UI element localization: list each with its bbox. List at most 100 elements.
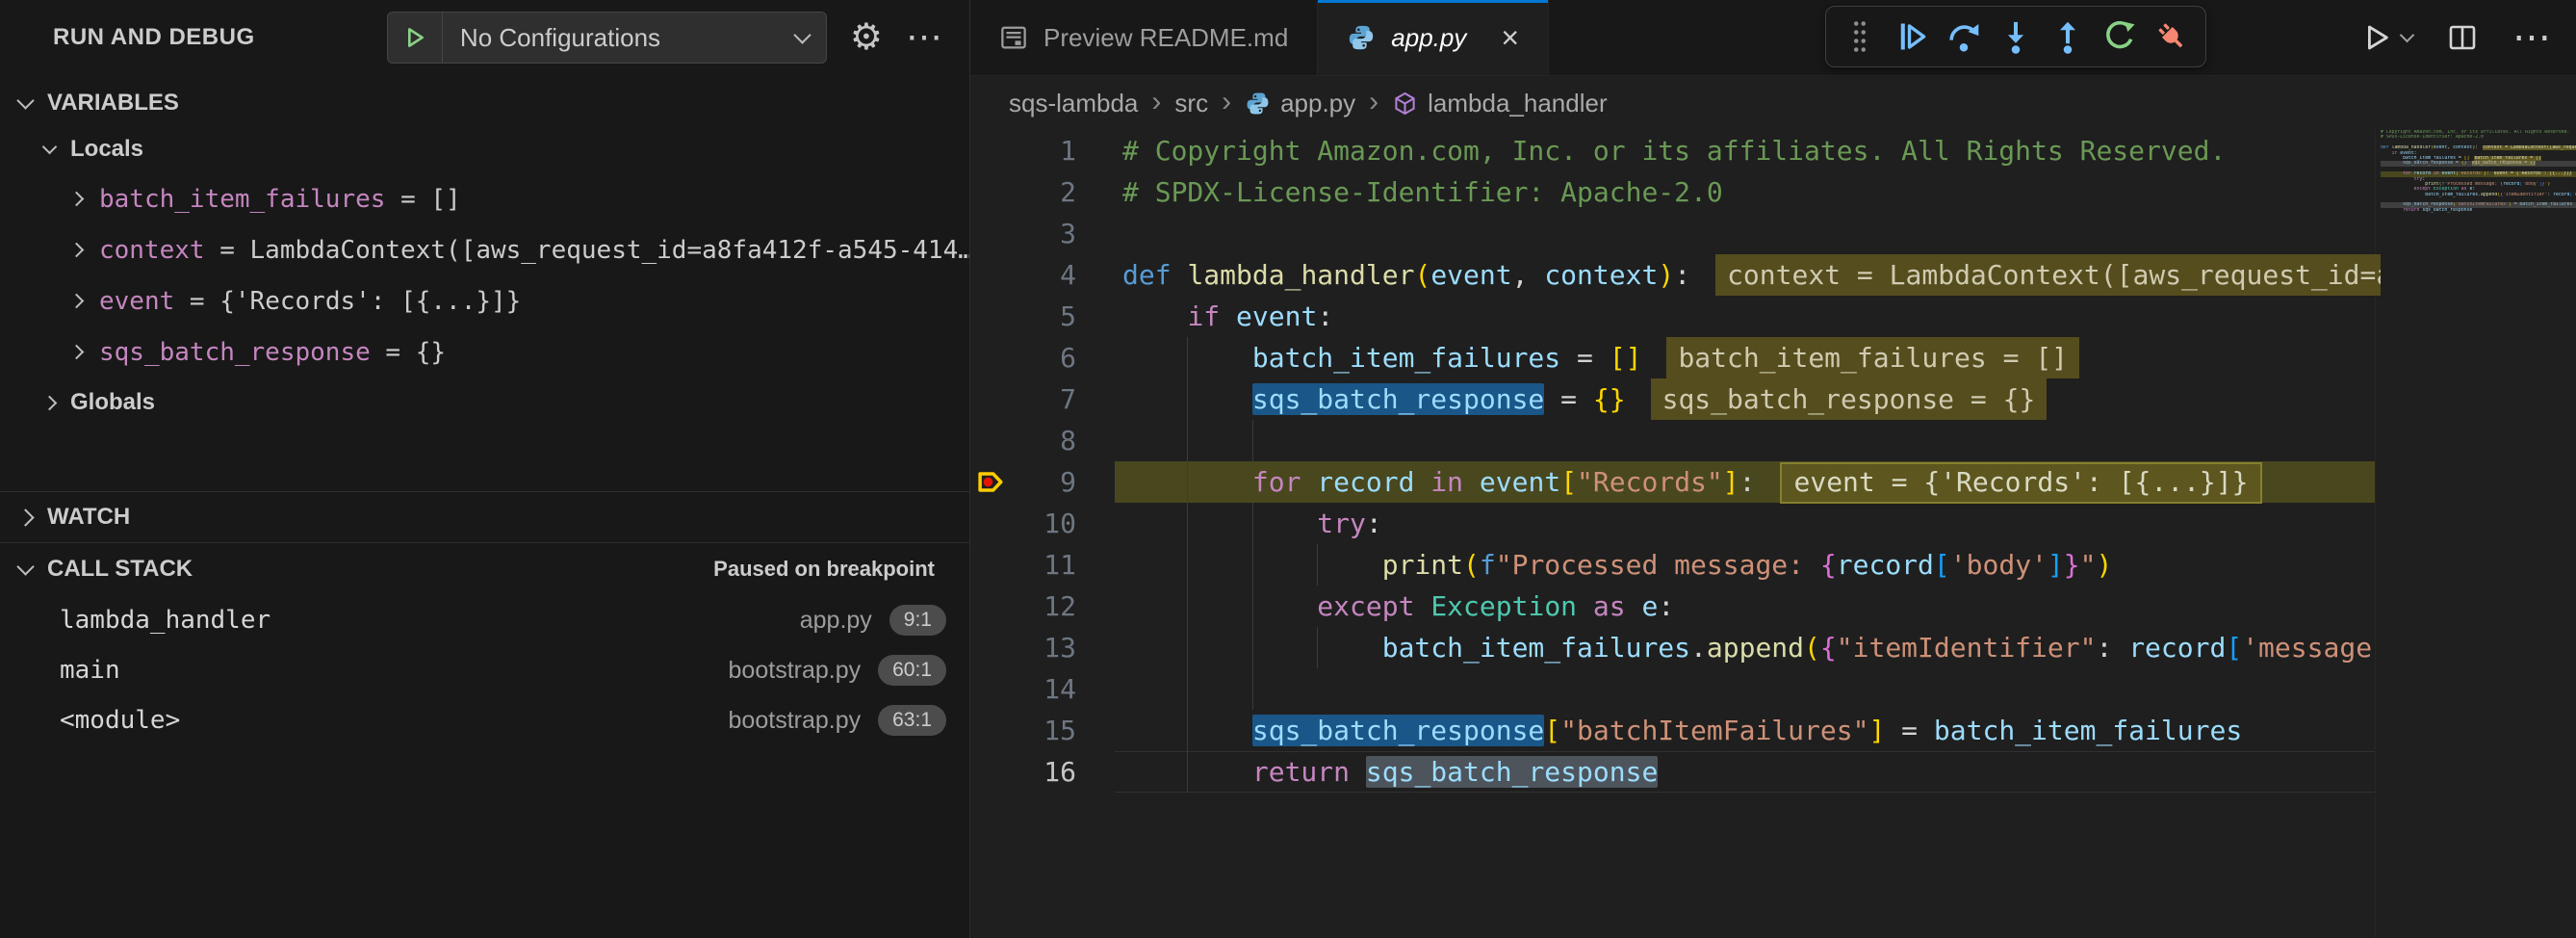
tab-preview-readme[interactable]: Preview README.md	[970, 0, 1318, 75]
sidebar-header: RUN AND DEBUG No Configurations ⚙ ⋯	[0, 0, 969, 75]
chevron-right-icon	[69, 345, 85, 360]
code-line-1[interactable]: 1# Copyright Amazon.com, Inc. or its aff…	[970, 130, 2381, 171]
run-button-group[interactable]	[2361, 22, 2412, 53]
code-token: (	[1463, 549, 1480, 581]
line-content: batch_item_failures = []batch_item_failu…	[1122, 337, 2079, 378]
variable-row-batch_item_failures[interactable]: batch_item_failures = []	[0, 173, 969, 224]
code-token: for	[1252, 466, 1317, 498]
breadcrumb-item-src[interactable]: src	[1174, 89, 1208, 118]
line-number: 2	[970, 171, 1076, 213]
debug-toolbar	[1825, 6, 2206, 67]
code-line-10[interactable]: 10 try:	[970, 503, 2381, 544]
code-token: # Copyright Amazon.com, Inc. or its affi…	[1122, 135, 2226, 167]
paused-status: Paused on breakpoint	[713, 557, 935, 582]
call-stack-frame[interactable]: <module>bootstrap.py63:1	[0, 695, 969, 745]
ellipsis-icon[interactable]: ⋯	[906, 19, 942, 56]
split-editor-icon[interactable]	[2447, 22, 2478, 53]
debug-inline-value: sqs_batch_response = {}	[1651, 378, 2048, 420]
line-number: 16	[970, 751, 1076, 793]
variable-row-context[interactable]: context = LambdaContext([aws_request_id=…	[0, 224, 969, 275]
code-line-4[interactable]: 4def lambda_handler(event, context):cont…	[970, 254, 2381, 296]
restart-button[interactable]	[2098, 14, 2142, 59]
variables-section-title: VARIABLES	[47, 90, 179, 117]
line-number: 9	[970, 461, 1076, 503]
disconnect-button[interactable]	[2150, 14, 2194, 59]
python-icon	[1347, 23, 1376, 52]
call-stack-section-header[interactable]: CALL STACK Paused on breakpoint	[0, 543, 969, 595]
code-line-5[interactable]: 5 if event:	[970, 296, 2381, 337]
step-over-button[interactable]	[1942, 14, 1986, 59]
code-token: :	[1674, 259, 1690, 291]
indent-guide	[1187, 420, 1188, 461]
code-line-6[interactable]: 6 batch_item_failures = []batch_item_fai…	[970, 337, 2381, 378]
variable-value: {'Records': [{...}]}	[219, 287, 521, 316]
code-token: ]	[2048, 549, 2064, 581]
scope-locals[interactable]: Locals	[0, 125, 969, 173]
start-debugging-button[interactable]	[388, 13, 443, 63]
frame-position-badge: 60:1	[878, 655, 946, 686]
code-line-8[interactable]: 8	[970, 420, 2381, 461]
variables-section-header[interactable]: VARIABLES	[0, 81, 969, 125]
code-editor[interactable]: 1# Copyright Amazon.com, Inc. or its aff…	[970, 130, 2381, 938]
scope-globals[interactable]: Globals	[0, 378, 969, 428]
code-line-13[interactable]: 13 batch_item_failures.append({"itemIden…	[970, 627, 2381, 668]
breadcrumb-item-sqs-lambda[interactable]: sqs-lambda	[1009, 89, 1138, 118]
step-into-button[interactable]	[1994, 14, 2038, 59]
code-token: f	[1480, 549, 1496, 581]
code-token: =	[1885, 715, 1934, 746]
tab-app-py[interactable]: app.py ×	[1318, 0, 1549, 75]
code-line-11[interactable]: 11 print(f"Processed message: {record['b…	[970, 544, 2381, 586]
watch-section-header[interactable]: WATCH	[0, 492, 969, 542]
code-line-2[interactable]: 2# SPDX-License-Identifier: Apache-2.0	[970, 171, 2381, 213]
debug-configuration-dropdown[interactable]: No Configurations	[387, 12, 827, 64]
variable-row-sqs_batch_response[interactable]: sqs_batch_response = {}	[0, 326, 969, 378]
chevron-right-icon	[69, 294, 85, 309]
code-line-12[interactable]: 12 except Exception as e:	[970, 586, 2381, 627]
call-stack-frame[interactable]: mainbootstrap.py60:1	[0, 645, 969, 695]
code-token: "itemIdentifier"	[1837, 632, 2097, 664]
code-token: if	[1187, 300, 1236, 332]
code-line-16[interactable]: 16 return sqs_batch_response	[970, 751, 2381, 793]
gear-icon[interactable]: ⚙	[850, 19, 883, 56]
code-token: record	[1317, 466, 1414, 498]
continue-button[interactable]	[1890, 14, 1934, 59]
code-token: except	[1317, 590, 1430, 622]
sidebar-spacer	[0, 428, 969, 491]
play-icon	[402, 25, 427, 50]
close-icon[interactable]: ×	[1501, 22, 1519, 53]
breadcrumb-separator: ›	[1222, 88, 1231, 120]
call-stack-frame[interactable]: lambda_handlerapp.py9:1	[0, 595, 969, 645]
line-number: 8	[970, 420, 1076, 461]
code-token: :	[1739, 466, 1756, 498]
editor-area: Preview README.md app.py × ⋯ sqs-lambda ›…	[970, 0, 2576, 938]
minimap[interactable]: # Copyright Amazon.com, Inc. or its affi…	[2375, 130, 2576, 938]
more-actions-icon[interactable]: ⋯	[2512, 26, 2551, 49]
breadcrumb-label: lambda_handler	[1428, 89, 1607, 118]
breadcrumb-separator: ›	[1369, 88, 1378, 120]
chevron-down-icon	[2400, 27, 2415, 42]
debug-inline-value: event = {'Records': [{...}]}	[1780, 462, 2261, 504]
step-out-button[interactable]	[2046, 14, 2090, 59]
line-content: if event:	[1122, 296, 1333, 337]
line-content: batch_item_failures.append({"itemIdentif…	[1122, 627, 2372, 668]
line-number: 4	[970, 254, 1076, 296]
code-line-15[interactable]: 15 sqs_batch_response["batchItemFailures…	[970, 710, 2381, 751]
code-token: e	[1641, 590, 1658, 622]
vscode-window: RUN AND DEBUG No Configurations ⚙ ⋯ VARI…	[0, 0, 2576, 938]
variable-value: {}	[416, 338, 446, 367]
breadcrumb: sqs-lambda›src›app.py›lambda_handler	[970, 76, 2576, 131]
code-token: }	[2064, 549, 2080, 581]
code-line-14[interactable]: 14	[970, 668, 2381, 710]
frame-file: app.py	[800, 607, 872, 635]
code-token: {	[1820, 549, 1837, 581]
code-line-9[interactable]: 9 for record in event["Records"]:event =…	[970, 461, 2381, 503]
code-token: )	[1658, 259, 1674, 291]
variable-row-event[interactable]: event = {'Records': [{...}]}	[0, 275, 969, 326]
drag-handle-icon[interactable]	[1838, 14, 1882, 59]
code-line-3[interactable]: 3	[970, 213, 2381, 254]
breadcrumb-item-lambda-handler[interactable]: lambda_handler	[1392, 89, 1607, 118]
code-line-7[interactable]: 7 sqs_batch_response = {}sqs_batch_respo…	[970, 378, 2381, 420]
run-and-debug-sidebar: RUN AND DEBUG No Configurations ⚙ ⋯ VARI…	[0, 0, 970, 938]
variable-value: []	[430, 185, 460, 214]
breadcrumb-item-app-py[interactable]: app.py	[1245, 89, 1355, 118]
